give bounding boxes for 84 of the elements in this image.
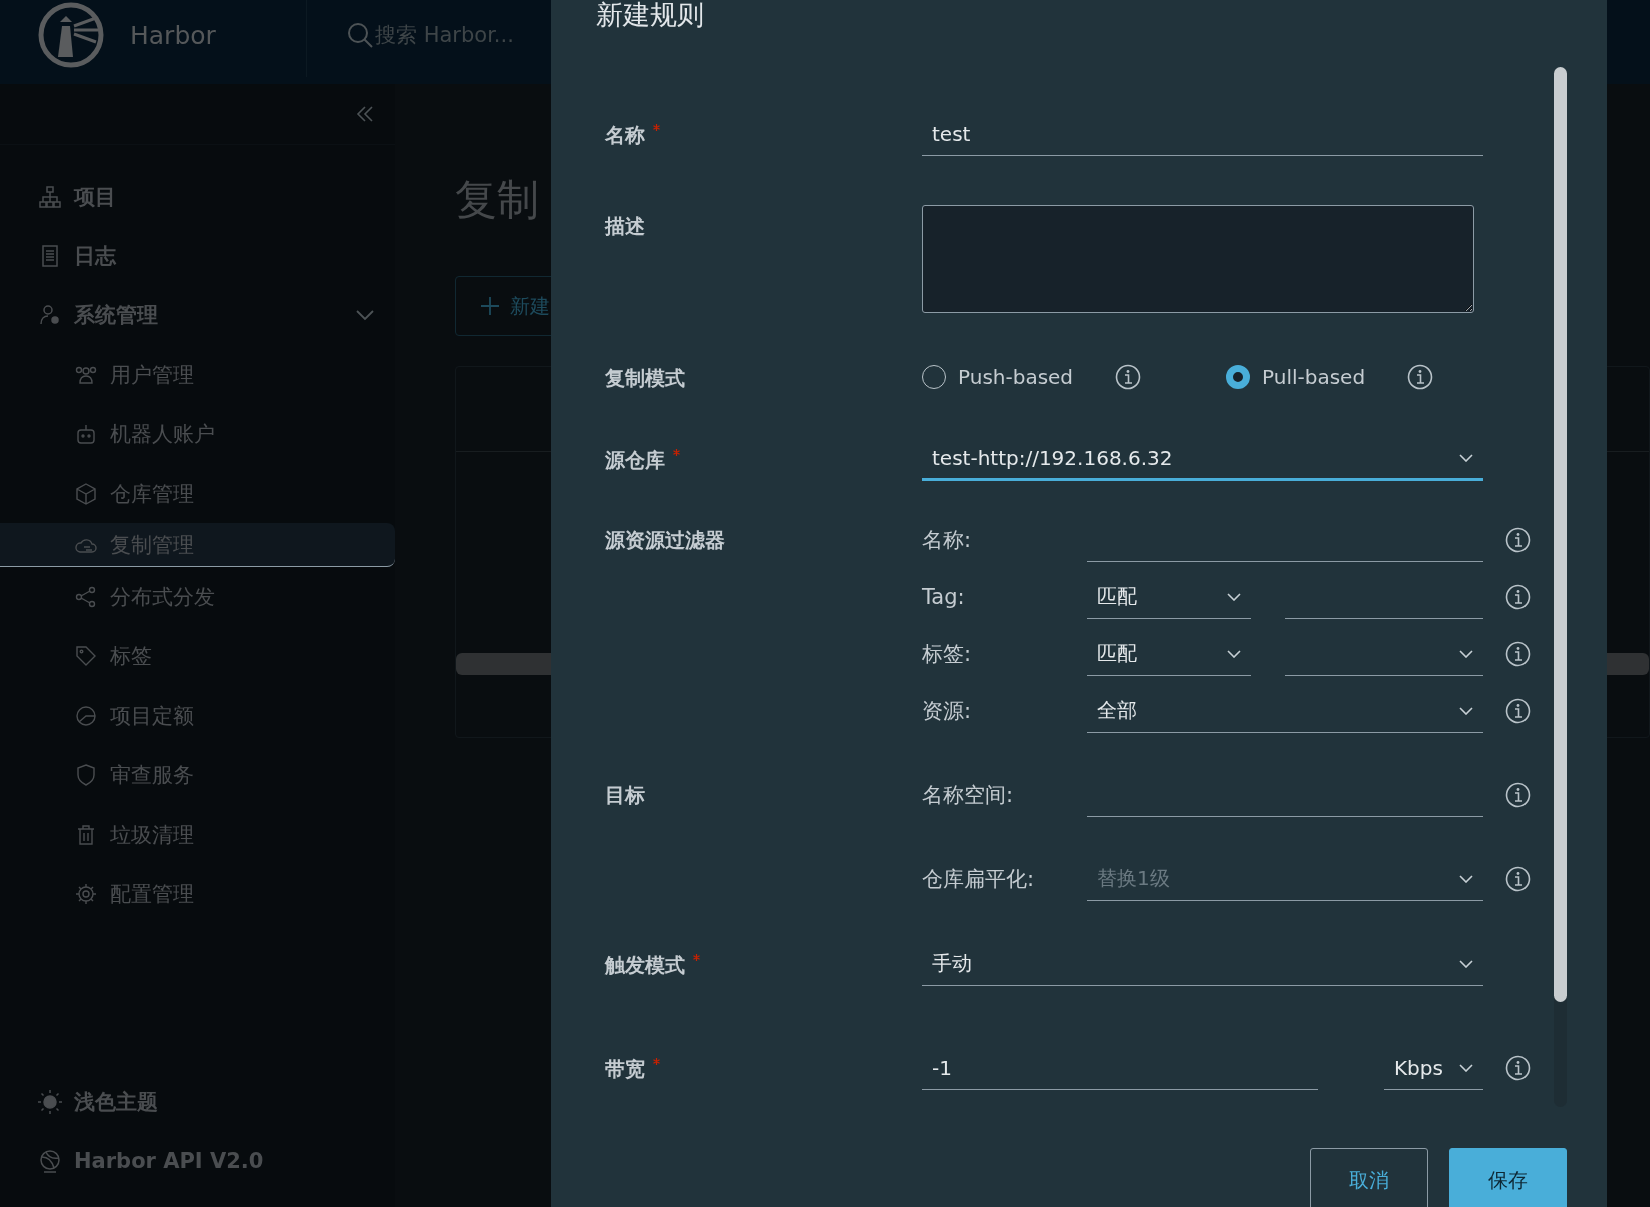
field-label: 触发模式 bbox=[605, 952, 685, 979]
select-field[interactable]: 手动 bbox=[922, 942, 1483, 986]
dialog-title: 新建规则 bbox=[595, 0, 705, 30]
nav-item[interactable]: 日志 bbox=[0, 226, 395, 286]
plus-icon bbox=[480, 296, 500, 316]
footer-link[interactable]: Harbor API V2.0 bbox=[0, 1131, 395, 1191]
filter-label: 标签: bbox=[922, 641, 973, 668]
field-label: 复制模式 bbox=[605, 365, 685, 392]
info-icon[interactable] bbox=[1505, 584, 1531, 610]
filter-label: 名称: bbox=[922, 527, 973, 554]
field-label: 目标 bbox=[605, 782, 645, 809]
filter-label: 资源: bbox=[922, 698, 973, 725]
info-icon[interactable] bbox=[1407, 364, 1434, 390]
radio-label[interactable]: Push-based bbox=[958, 365, 1074, 389]
caret-icon bbox=[1227, 649, 1241, 658]
caret-icon bbox=[1459, 959, 1473, 968]
chevron-icon[interactable] bbox=[355, 309, 375, 322]
radio-button[interactable] bbox=[1226, 365, 1250, 389]
filter-label: Tag: bbox=[922, 585, 966, 609]
info-icon[interactable] bbox=[1505, 641, 1531, 667]
caret-icon bbox=[1227, 592, 1241, 601]
name-input[interactable]: test bbox=[922, 112, 1483, 156]
footer-link[interactable]: 浅色主题 bbox=[0, 1072, 395, 1132]
required-icon bbox=[673, 449, 680, 456]
lighthouse-logo-icon bbox=[38, 2, 104, 68]
caret-icon bbox=[1459, 649, 1473, 658]
select-field[interactable]: 替换1级 bbox=[1087, 857, 1483, 901]
nav-item[interactable]: 项目定额 bbox=[0, 686, 395, 746]
caret-icon bbox=[1459, 706, 1473, 715]
nav-icon bbox=[74, 481, 98, 506]
nav-item[interactable]: 用户管理 bbox=[0, 345, 395, 405]
nav-icon bbox=[74, 585, 98, 610]
scrollbar[interactable] bbox=[1554, 67, 1567, 1107]
caret-icon bbox=[1459, 1063, 1473, 1072]
nav-item[interactable]: 配置管理 bbox=[0, 864, 395, 924]
page-title: 复制 bbox=[455, 174, 539, 226]
nav-icon bbox=[74, 703, 98, 728]
required-icon bbox=[693, 954, 700, 961]
brand-name: Harbor bbox=[130, 20, 217, 50]
match-select[interactable]: 匹配 bbox=[1087, 632, 1251, 676]
info-icon[interactable] bbox=[1505, 698, 1531, 724]
search-field[interactable]: 搜索 Harbor... bbox=[347, 22, 525, 48]
match-select[interactable]: 匹配 bbox=[1087, 575, 1251, 619]
nav-item[interactable]: 审查服务 bbox=[0, 745, 395, 805]
description-textarea[interactable] bbox=[922, 205, 1474, 313]
info-icon[interactable] bbox=[1505, 866, 1531, 892]
nav-icon bbox=[74, 422, 98, 447]
select-field[interactable]: test-http://192.168.6.32 bbox=[922, 437, 1483, 481]
nav-item[interactable]: 系统管理 bbox=[0, 285, 395, 346]
field-label: 源资源过滤器 bbox=[605, 527, 725, 554]
required-icon bbox=[653, 1058, 660, 1065]
globe-icon bbox=[38, 1149, 62, 1174]
nav-icon bbox=[74, 882, 98, 906]
field-label: 描述 bbox=[605, 213, 645, 240]
caret-icon bbox=[1459, 453, 1473, 462]
select-field[interactable]: 全部 bbox=[1087, 689, 1483, 733]
nav-item[interactable]: 分布式分发 bbox=[0, 567, 395, 627]
field-label: 名称 bbox=[605, 122, 645, 149]
bandwidth-input[interactable]: -1 bbox=[922, 1046, 1318, 1090]
field-label: 带宽 bbox=[605, 1056, 645, 1083]
save-button[interactable]: 保存 bbox=[1449, 1148, 1567, 1207]
nav-item[interactable]: 机器人账户 bbox=[0, 404, 395, 464]
nav-item[interactable]: 复制管理 bbox=[0, 523, 395, 568]
caret-icon bbox=[1459, 874, 1473, 883]
info-icon[interactable] bbox=[1505, 527, 1531, 553]
collapse-icon[interactable] bbox=[355, 104, 375, 124]
search-icon bbox=[347, 22, 373, 48]
required-icon bbox=[653, 124, 660, 131]
info-icon[interactable] bbox=[1505, 1055, 1531, 1081]
info-icon[interactable] bbox=[1505, 782, 1531, 808]
unit-select[interactable]: Kbps bbox=[1384, 1046, 1483, 1090]
nav-item[interactable]: 垃圾清理 bbox=[0, 804, 395, 865]
filter-label: 名称空间: bbox=[922, 782, 1015, 809]
nav-item[interactable]: 项目 bbox=[0, 167, 395, 227]
radio-label[interactable]: Pull-based bbox=[1262, 365, 1366, 389]
info-icon[interactable] bbox=[1115, 364, 1142, 390]
nav-item[interactable]: 仓库管理 bbox=[0, 463, 395, 524]
sun-icon bbox=[38, 1089, 62, 1114]
nav-icon bbox=[74, 763, 98, 788]
nav-icon bbox=[38, 184, 62, 209]
field-label: 源仓库 bbox=[605, 447, 665, 474]
cancel-button[interactable]: 取消 bbox=[1310, 1148, 1428, 1207]
nav-item[interactable]: 标签 bbox=[0, 626, 395, 687]
filter-label: 仓库扁平化: bbox=[922, 866, 1036, 893]
